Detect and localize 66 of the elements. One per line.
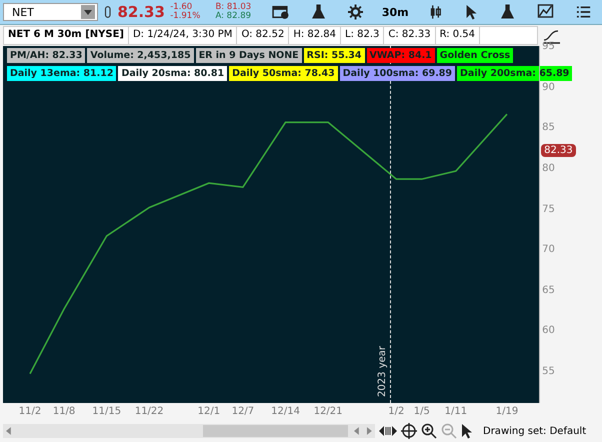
ohlc-field: D: 1/24/24, 3:30 PM [128, 27, 238, 44]
drawing-tool-icon[interactable] [536, 4, 554, 20]
y-axis-label: 55 [542, 366, 555, 377]
chart-title: NET 6 M 30m [NYSE] [4, 27, 129, 44]
y-axis-label: 80 [542, 162, 555, 174]
y-axis-label: 60 [542, 325, 555, 336]
x-axis-label: 11/8 [52, 406, 76, 417]
x-axis-label: 1/2 [388, 406, 404, 417]
settings-icon[interactable] [348, 4, 363, 20]
moving-average-label: Daily 20sma: 80.81 [118, 66, 228, 81]
scrollbar-thumb[interactable] [202, 425, 348, 437]
ohlc-field: H: 82.84 [289, 27, 342, 44]
last-price: 82.33 [117, 3, 166, 21]
horizontal-scrollbar[interactable] [3, 424, 375, 438]
y-axis-label: 70 [542, 244, 555, 256]
menu-icon[interactable] [576, 5, 591, 19]
x-axis-label: 1/19 [496, 406, 518, 417]
flask-icon[interactable] [500, 3, 515, 21]
study-label: Golden Cross [436, 48, 514, 63]
study-label: Volume: 2,453,185 [87, 48, 194, 63]
x-axis-label: 11/2 [18, 406, 42, 417]
percent-change: -1.91% [170, 12, 202, 22]
expand-horizontal-icon[interactable] [379, 425, 397, 437]
y-axis-label: 90 [542, 82, 555, 93]
ask-price: A: 82.89 [215, 12, 252, 22]
ohlc-field: L: 82.3 [341, 27, 384, 44]
y-axis-label: 75 [542, 204, 555, 215]
zoom-in-icon[interactable] [421, 423, 437, 439]
curve-icon[interactable] [542, 28, 562, 44]
y-axis-label: 65 [542, 284, 555, 296]
drawing-set-label[interactable]: Drawing set: Default [483, 426, 586, 436]
ohlc-field: O: 82.52 [237, 27, 290, 44]
x-axis-label: 12/1 [198, 406, 220, 417]
link-icon[interactable] [104, 5, 112, 19]
y-axis-label: 85 [542, 122, 555, 134]
scroll-left-icon[interactable] [354, 427, 360, 435]
symbol-dropdown[interactable]: NET [3, 3, 98, 21]
ohlc-field: C: 82.33 [384, 27, 436, 44]
x-axis-label: 1/11 [444, 406, 468, 417]
cursor-icon[interactable] [464, 4, 478, 20]
bid-price: B: 81.03 [215, 2, 252, 12]
x-axis-label: 11/15 [92, 406, 122, 417]
moving-average-label: Daily 50sma: 78.43 [229, 66, 338, 81]
cursor-icon[interactable] [461, 423, 473, 439]
price-change: -1.60 [170, 2, 194, 12]
x-axis-label: 12/14 [271, 406, 300, 417]
study-label: RSI: 55.34 [304, 48, 365, 63]
study-label: ER in 9 Days NONE [196, 48, 302, 63]
ohlc-field: R: 0.54 [436, 27, 480, 44]
x-axis-label: 12/7 [232, 406, 254, 417]
moving-average-label: Daily 100sma: 69.89 [340, 66, 456, 81]
x-axis-label: 12/21 [314, 406, 343, 417]
crosshair-icon[interactable] [401, 423, 417, 439]
x-axis-label: 11/22 [134, 406, 164, 417]
moving-average-label: Daily 200sma: 65.89 [457, 66, 572, 81]
scroll-right-icon[interactable] [366, 427, 372, 435]
flask-icon[interactable] [310, 3, 326, 21]
scroll-left-icon[interactable] [6, 427, 12, 435]
calendar-icon[interactable] [272, 4, 289, 20]
price-tag: 82.33 [541, 144, 576, 158]
x-axis-label: 1/5 [414, 406, 430, 417]
year-label: 2023 year [377, 346, 390, 397]
study-label: VWAP: 84.1 [366, 48, 435, 63]
study-label: PM/AH: 82.33 [7, 48, 86, 63]
moving-average-label: Daily 13ema: 81.12 [7, 66, 116, 81]
interval-button[interactable]: 30m [374, 6, 417, 18]
